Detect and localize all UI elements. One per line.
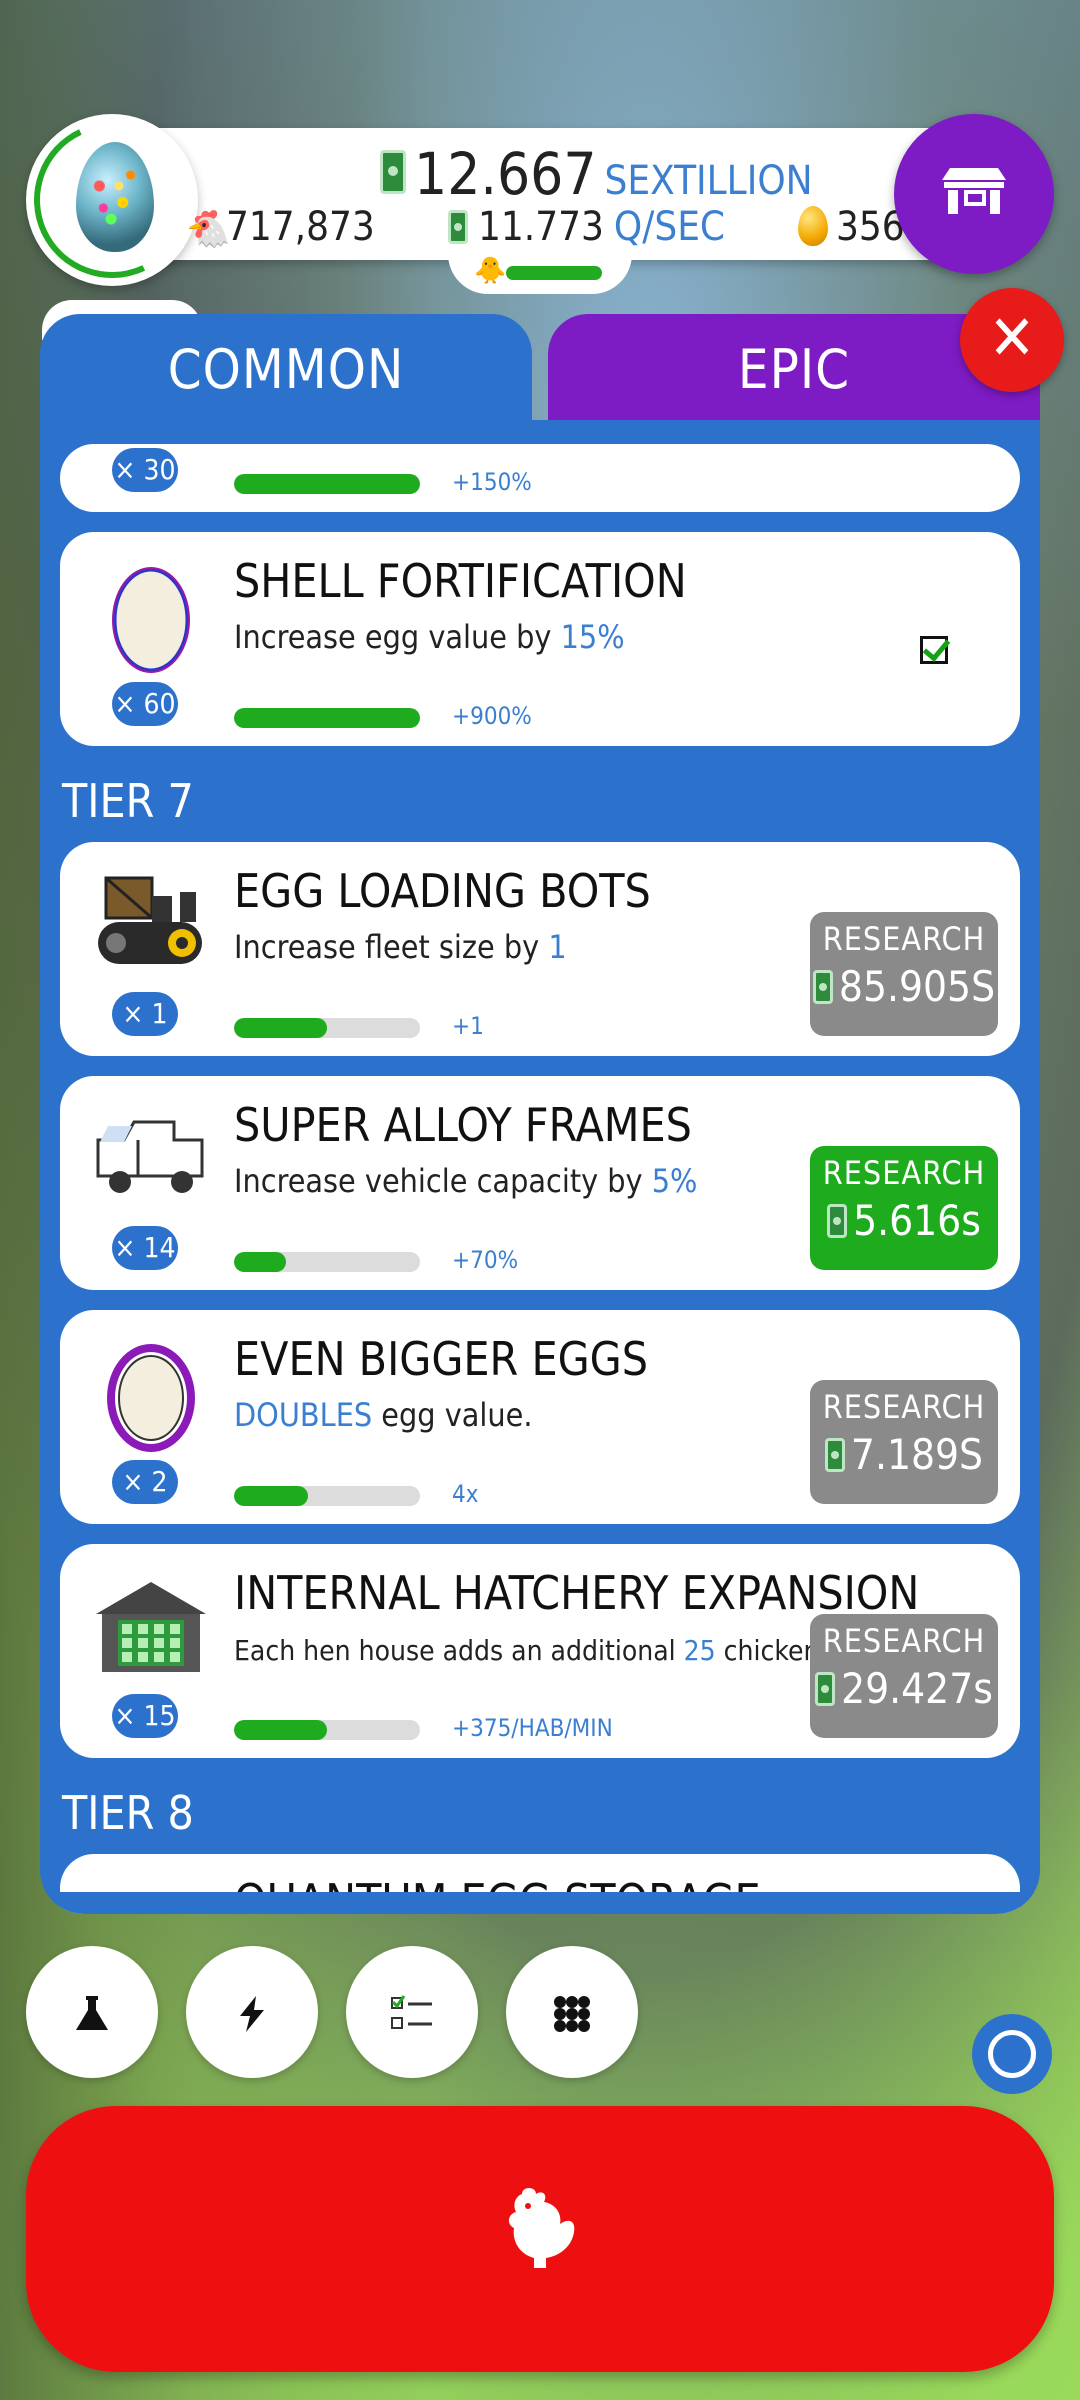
cash-icon (380, 150, 406, 194)
progress-bar (234, 708, 420, 728)
money-amount: 12.667 (414, 140, 597, 208)
panel-clip (40, 1892, 1040, 1914)
progress-bar (234, 1486, 420, 1506)
money-display: 12.667 SEXTILLION (380, 140, 813, 208)
research-description: Increase fleet size by 1 (234, 928, 567, 966)
grid-menu-icon (554, 1996, 590, 2032)
research-card-partial: × 30 +150% (60, 444, 1020, 512)
progress-value: +70% (452, 1246, 519, 1274)
egg-badge[interactable] (12, 100, 212, 300)
research-button-label: RESEARCH (822, 1154, 986, 1192)
tab-common-label: COMMON (167, 338, 405, 401)
progress-bar (234, 1252, 420, 1272)
research-price: 5.616s (853, 1196, 981, 1245)
cash-icon (448, 210, 468, 244)
missions-button[interactable] (346, 1946, 478, 2078)
research-button[interactable]: RESEARCH 5.616s (810, 1146, 998, 1270)
research-panel[interactable]: × 30 +150% × 60 SHELL FORTIFICATION Incr… (40, 420, 1040, 1914)
rate-unit: Q/SEC (613, 204, 726, 250)
progress-value: +900% (452, 702, 532, 730)
research-description: Increase egg value by 15% (234, 618, 625, 656)
research-title: EGG LOADING BOTS (234, 864, 651, 918)
drone-progress-bar (506, 266, 602, 280)
cash-icon (815, 1671, 836, 1706)
egg-purple-icon (107, 1344, 195, 1452)
multiplier-badge: × 15 (112, 1694, 178, 1738)
record-button[interactable] (972, 2014, 1052, 2094)
research-button-label: RESEARCH (822, 1388, 986, 1426)
research-description: DOUBLES egg value. (234, 1396, 533, 1434)
lightning-icon (240, 1996, 264, 2032)
money-unit: SEXTILLION (604, 158, 813, 204)
research-card-shell-fortification: × 60 SHELL FORTIFICATION Increase egg va… (60, 532, 1020, 746)
chicken-icon: 🐔 (186, 209, 231, 250)
research-price: 7.189S (850, 1430, 984, 1479)
progress-value: 4x (452, 1480, 479, 1508)
progress-value: +1 (452, 1012, 484, 1040)
research-price: 85.905S (838, 962, 996, 1011)
research-card-internal-hatchery-expansion: × 15 INTERNAL HATCHERY EXPANSION Each he… (60, 1544, 1020, 1758)
progress-bar (234, 1720, 420, 1740)
chick-icon: 🐥 (474, 256, 507, 286)
shop-button[interactable] (894, 114, 1054, 274)
progress-bar (234, 474, 420, 494)
flask-icon (76, 1996, 108, 2030)
progress-value: +150% (452, 468, 532, 496)
chicken-icon (508, 2188, 575, 2268)
tier-8-heading: TIER 8 (62, 1786, 194, 1840)
research-card-super-alloy-frames: × 14 SUPER ALLOY FRAMES Increase vehicle… (60, 1076, 1020, 1290)
close-button[interactable]: ✕ (960, 288, 1064, 392)
egg-icon (112, 567, 190, 673)
chicken-count: 717,873 (226, 204, 375, 250)
research-button-label: RESEARCH (822, 1622, 986, 1660)
loading-bot-icon (98, 876, 202, 964)
progress-bar (234, 1018, 420, 1038)
research-title: SUPER ALLOY FRAMES (234, 1098, 692, 1152)
multiplier-badge: × 14 (112, 1226, 178, 1270)
checklist-icon (391, 1995, 432, 2029)
research-description: Each hen house adds an additional 25 chi… (234, 1634, 889, 1667)
hatch-chicken-button[interactable] (26, 2106, 1054, 2372)
cash-icon (827, 1203, 848, 1238)
multiplier-badge: × 30 (112, 448, 178, 492)
tier-7-heading: TIER 7 (62, 774, 194, 828)
completed-check-icon (920, 636, 948, 664)
shop-icon (942, 168, 1006, 214)
boost-button[interactable] (186, 1946, 318, 2078)
multiplier-badge: × 60 (112, 682, 178, 726)
research-description: Increase vehicle capacity by 5% (234, 1162, 698, 1200)
multiplier-badge: × 2 (112, 1460, 178, 1504)
research-button-label: RESEARCH (822, 920, 986, 958)
progress-value: +375/HAB/MIN (452, 1714, 613, 1742)
research-card-egg-loading-bots: × 1 EGG LOADING BOTS Increase fleet size… (60, 842, 1020, 1056)
golden-egg-icon (798, 206, 828, 246)
research-title: SHELL FORTIFICATION (234, 554, 687, 608)
research-title: INTERNAL HATCHERY EXPANSION (234, 1566, 920, 1620)
research-lab-button[interactable] (26, 1946, 158, 2078)
research-button[interactable]: RESEARCH 85.905S (810, 912, 998, 1036)
income-rate: 11.773 Q/SEC (448, 204, 725, 250)
menu-button[interactable] (506, 1946, 638, 2078)
truck-icon (96, 1120, 204, 1193)
hen-house-icon (96, 1582, 206, 1672)
research-button[interactable]: RESEARCH 7.189S (810, 1380, 998, 1504)
research-button[interactable]: RESEARCH 29.427s (810, 1614, 998, 1738)
close-icon: ✕ (988, 301, 1036, 374)
research-title: EVEN BIGGER EGGS (234, 1332, 649, 1386)
research-price: 29.427s (841, 1664, 993, 1713)
cash-icon (824, 1437, 845, 1472)
cash-icon (812, 969, 833, 1004)
multiplier-badge: × 1 (112, 992, 178, 1036)
research-card-even-bigger-eggs: × 2 EVEN BIGGER EGGS DOUBLES egg value. … (60, 1310, 1020, 1524)
golden-egg-count: 356 (836, 204, 905, 250)
rate-amount: 11.773 (478, 204, 604, 250)
